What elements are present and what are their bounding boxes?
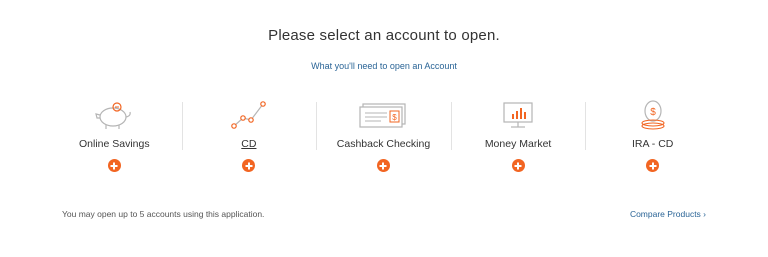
account-cashback-checking: $ Cashback Checking bbox=[316, 94, 451, 176]
account-ira-cd: $ IRA - CD bbox=[585, 94, 720, 176]
add-cd-button[interactable] bbox=[242, 159, 256, 172]
add-ira-cd-button[interactable] bbox=[646, 159, 660, 172]
svg-text:$: $ bbox=[650, 107, 656, 118]
growth-line-icon bbox=[231, 101, 266, 129]
check-icon: $ bbox=[359, 103, 407, 128]
page-title: Please select an account to open. bbox=[268, 27, 500, 44]
account-options: Online Savings CD $ Cashback Checking Mo… bbox=[47, 94, 720, 176]
add-online-savings-button[interactable] bbox=[107, 159, 121, 172]
account-label: Cashback Checking bbox=[336, 138, 431, 150]
account-cd: CD bbox=[181, 94, 317, 176]
requirements-link[interactable]: What you'll need to open an Account bbox=[0, 61, 768, 71]
compare-products-link[interactable]: Compare Products › bbox=[630, 209, 706, 219]
add-cashback-checking-button[interactable] bbox=[376, 159, 390, 172]
account-label: Money Market bbox=[484, 138, 552, 150]
account-label: Online Savings bbox=[78, 138, 150, 150]
account-limit-note: You may open up to 5 accounts using this… bbox=[62, 209, 265, 219]
account-label[interactable]: CD bbox=[182, 137, 317, 151]
egg-dollar-icon: $ bbox=[641, 100, 665, 130]
svg-text:$: $ bbox=[393, 113, 398, 122]
account-money-market: Money Market bbox=[450, 94, 586, 176]
account-label: IRA - CD bbox=[631, 138, 674, 150]
add-money-market-button[interactable] bbox=[511, 159, 525, 172]
piggy-bank-icon bbox=[95, 102, 132, 129]
account-online-savings: Online Savings bbox=[47, 94, 182, 176]
monitor-chart-icon bbox=[503, 102, 533, 128]
